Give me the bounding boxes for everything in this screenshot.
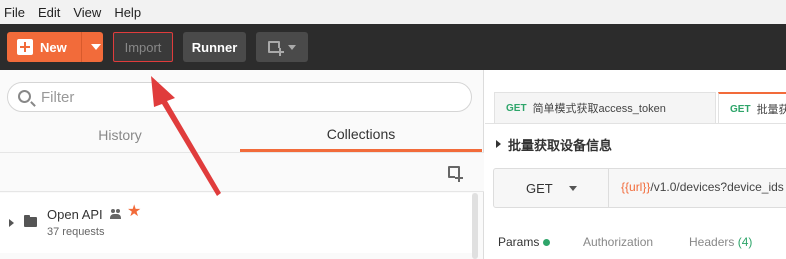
method-tag: GET [730,103,751,115]
tab-authorization[interactable]: Authorization [583,235,653,249]
request-tab[interactable]: GET 简单模式获取access_token [494,92,716,123]
request-sub-tabs: Params Authorization Headers (4) [485,229,786,259]
new-button[interactable]: New [7,32,103,62]
plus-small-icon [455,174,463,182]
chevron-down-icon [288,45,296,50]
method-select-value: GET [526,180,553,196]
filter-box[interactable] [7,82,472,112]
method-select[interactable]: GET [494,169,609,207]
search-icon [18,90,31,103]
tab-params-label: Params [498,235,540,249]
plus-icon [17,39,33,55]
tab-headers[interactable]: Headers (4) [689,235,752,249]
tab-collections[interactable]: Collections [240,118,482,152]
method-tag: GET [506,102,527,114]
menu-file[interactable]: File [4,5,25,20]
url-variable: {{url}} [621,180,651,194]
url-input[interactable]: {{url}}/v1.0/devices?device_ids [621,180,784,194]
menubar: File Edit View Help [0,0,786,24]
folder-icon [24,215,37,227]
tab-history[interactable]: History [0,118,240,152]
toolbar: New Import Runner [0,24,786,70]
sidebar: History Collections Open API ★ 37 reques… [0,70,484,259]
new-window-button[interactable] [256,32,308,62]
tab-divider [485,123,786,124]
star-icon[interactable]: ★ [127,204,141,220]
filter-input[interactable] [41,87,461,107]
new-button-divider [81,32,82,62]
collection-name: Open API [47,207,103,222]
import-button[interactable]: Import [113,32,173,62]
runner-button[interactable]: Runner [183,32,246,62]
collections-toolbar [0,152,484,192]
tab-headers-label: Headers [689,235,735,249]
scrollbar[interactable] [472,193,478,259]
menu-edit[interactable]: Edit [38,5,60,20]
request-title-row[interactable]: 批量获取设备信息 [496,134,612,154]
request-tab-title: 批量获 [756,104,786,116]
url-path: /v1.0/devices?device_ids [650,180,784,194]
sidebar-tabs: History Collections [0,118,484,152]
params-indicator-dot [543,239,551,247]
plus-small-icon [276,48,284,56]
collection-item[interactable]: Open API ★ 37 requests [0,193,472,253]
menu-help[interactable]: Help [114,5,141,20]
url-bar: GET {{url}}/v1.0/devices?device_ids [493,168,786,208]
chevron-right-icon [496,140,501,148]
request-pane: GET 简单模式获取access_token GET 批量获 批量获取设备信息 … [485,70,786,259]
chevron-down-icon [568,185,577,191]
collection-request-count: 37 requests [47,226,105,238]
tab-params[interactable]: Params [498,235,551,249]
headers-count: (4) [737,235,753,249]
team-icon [110,209,122,219]
request-tab-title: 简单模式获取access_token [532,103,666,115]
chevron-right-icon[interactable] [9,219,14,227]
new-button-label: New [40,39,67,55]
request-tab-active[interactable]: GET 批量获 [718,92,786,124]
menu-view[interactable]: View [73,5,101,20]
request-title: 批量获取设备信息 [508,137,613,153]
chevron-down-icon[interactable] [91,44,101,50]
